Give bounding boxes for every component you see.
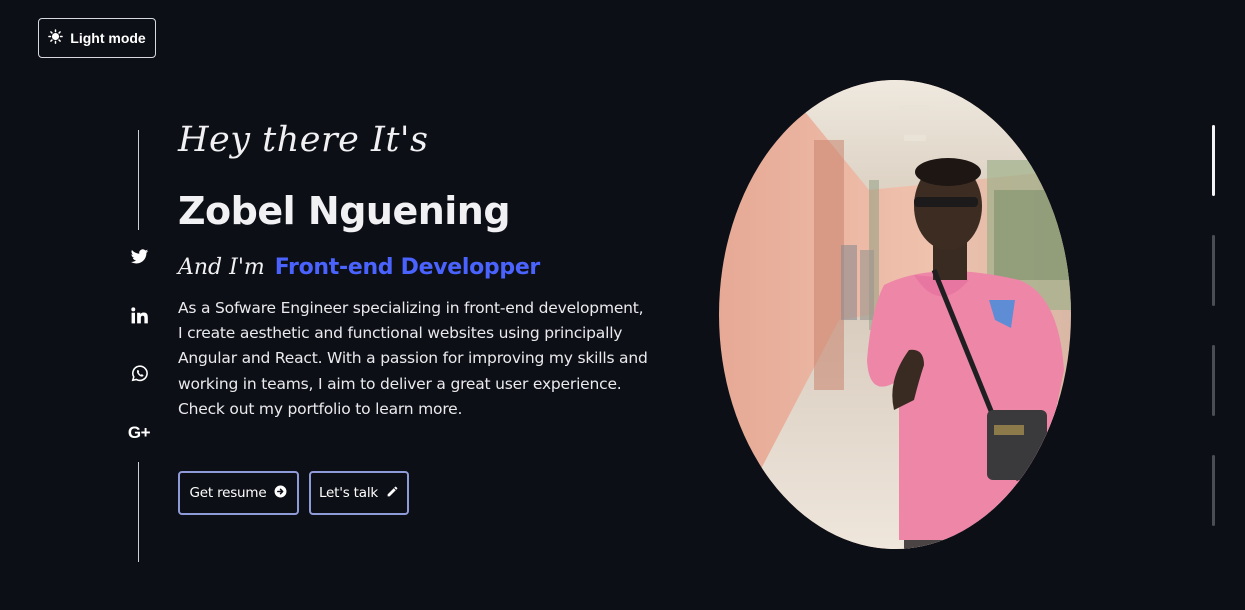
light-mode-label: Light mode: [70, 30, 146, 46]
whatsapp-link[interactable]: [124, 360, 154, 390]
twitter-icon: [130, 247, 149, 270]
section-indicator-1[interactable]: [1212, 125, 1215, 196]
linkedin-link[interactable]: [124, 302, 154, 332]
twitter-link[interactable]: [124, 243, 154, 273]
section-indicator-3[interactable]: [1212, 345, 1215, 416]
arrow-right-circle-icon: [274, 485, 287, 502]
hero-name: Zobel Nguening: [178, 189, 511, 233]
bio-paragraph: As a Sofware Engineer specializing in fr…: [178, 299, 648, 418]
social-rail-top-line: [138, 130, 139, 230]
section-indicator-4[interactable]: [1212, 455, 1215, 526]
google-plus-link[interactable]: G+: [124, 418, 154, 448]
google-plus-icon: G+: [127, 423, 151, 442]
get-resume-label: Get resume: [189, 485, 267, 501]
role-line: And I'm Front-end Developper: [178, 255, 540, 280]
greeting-text: Hey there It's: [178, 120, 429, 160]
lets-talk-label: Let's talk: [318, 485, 379, 501]
get-resume-button[interactable]: Get resume: [178, 471, 299, 515]
role-title: Front-end Developper: [274, 255, 541, 280]
whatsapp-icon: [130, 364, 149, 387]
role-prefix: And I'm: [178, 255, 265, 280]
social-rail-bottom-line: [138, 462, 139, 562]
portfolio-page: Light mode G+ Hey there It's Zobel Nguen…: [0, 0, 1245, 610]
linkedin-icon: [130, 306, 149, 329]
section-indicator-2[interactable]: [1212, 235, 1215, 306]
light-mode-toggle[interactable]: Light mode: [38, 18, 156, 58]
pencil-icon: [386, 485, 399, 502]
sun-icon: [48, 29, 64, 47]
lets-talk-button[interactable]: Let's talk: [309, 471, 409, 515]
profile-photo: [719, 80, 1071, 549]
